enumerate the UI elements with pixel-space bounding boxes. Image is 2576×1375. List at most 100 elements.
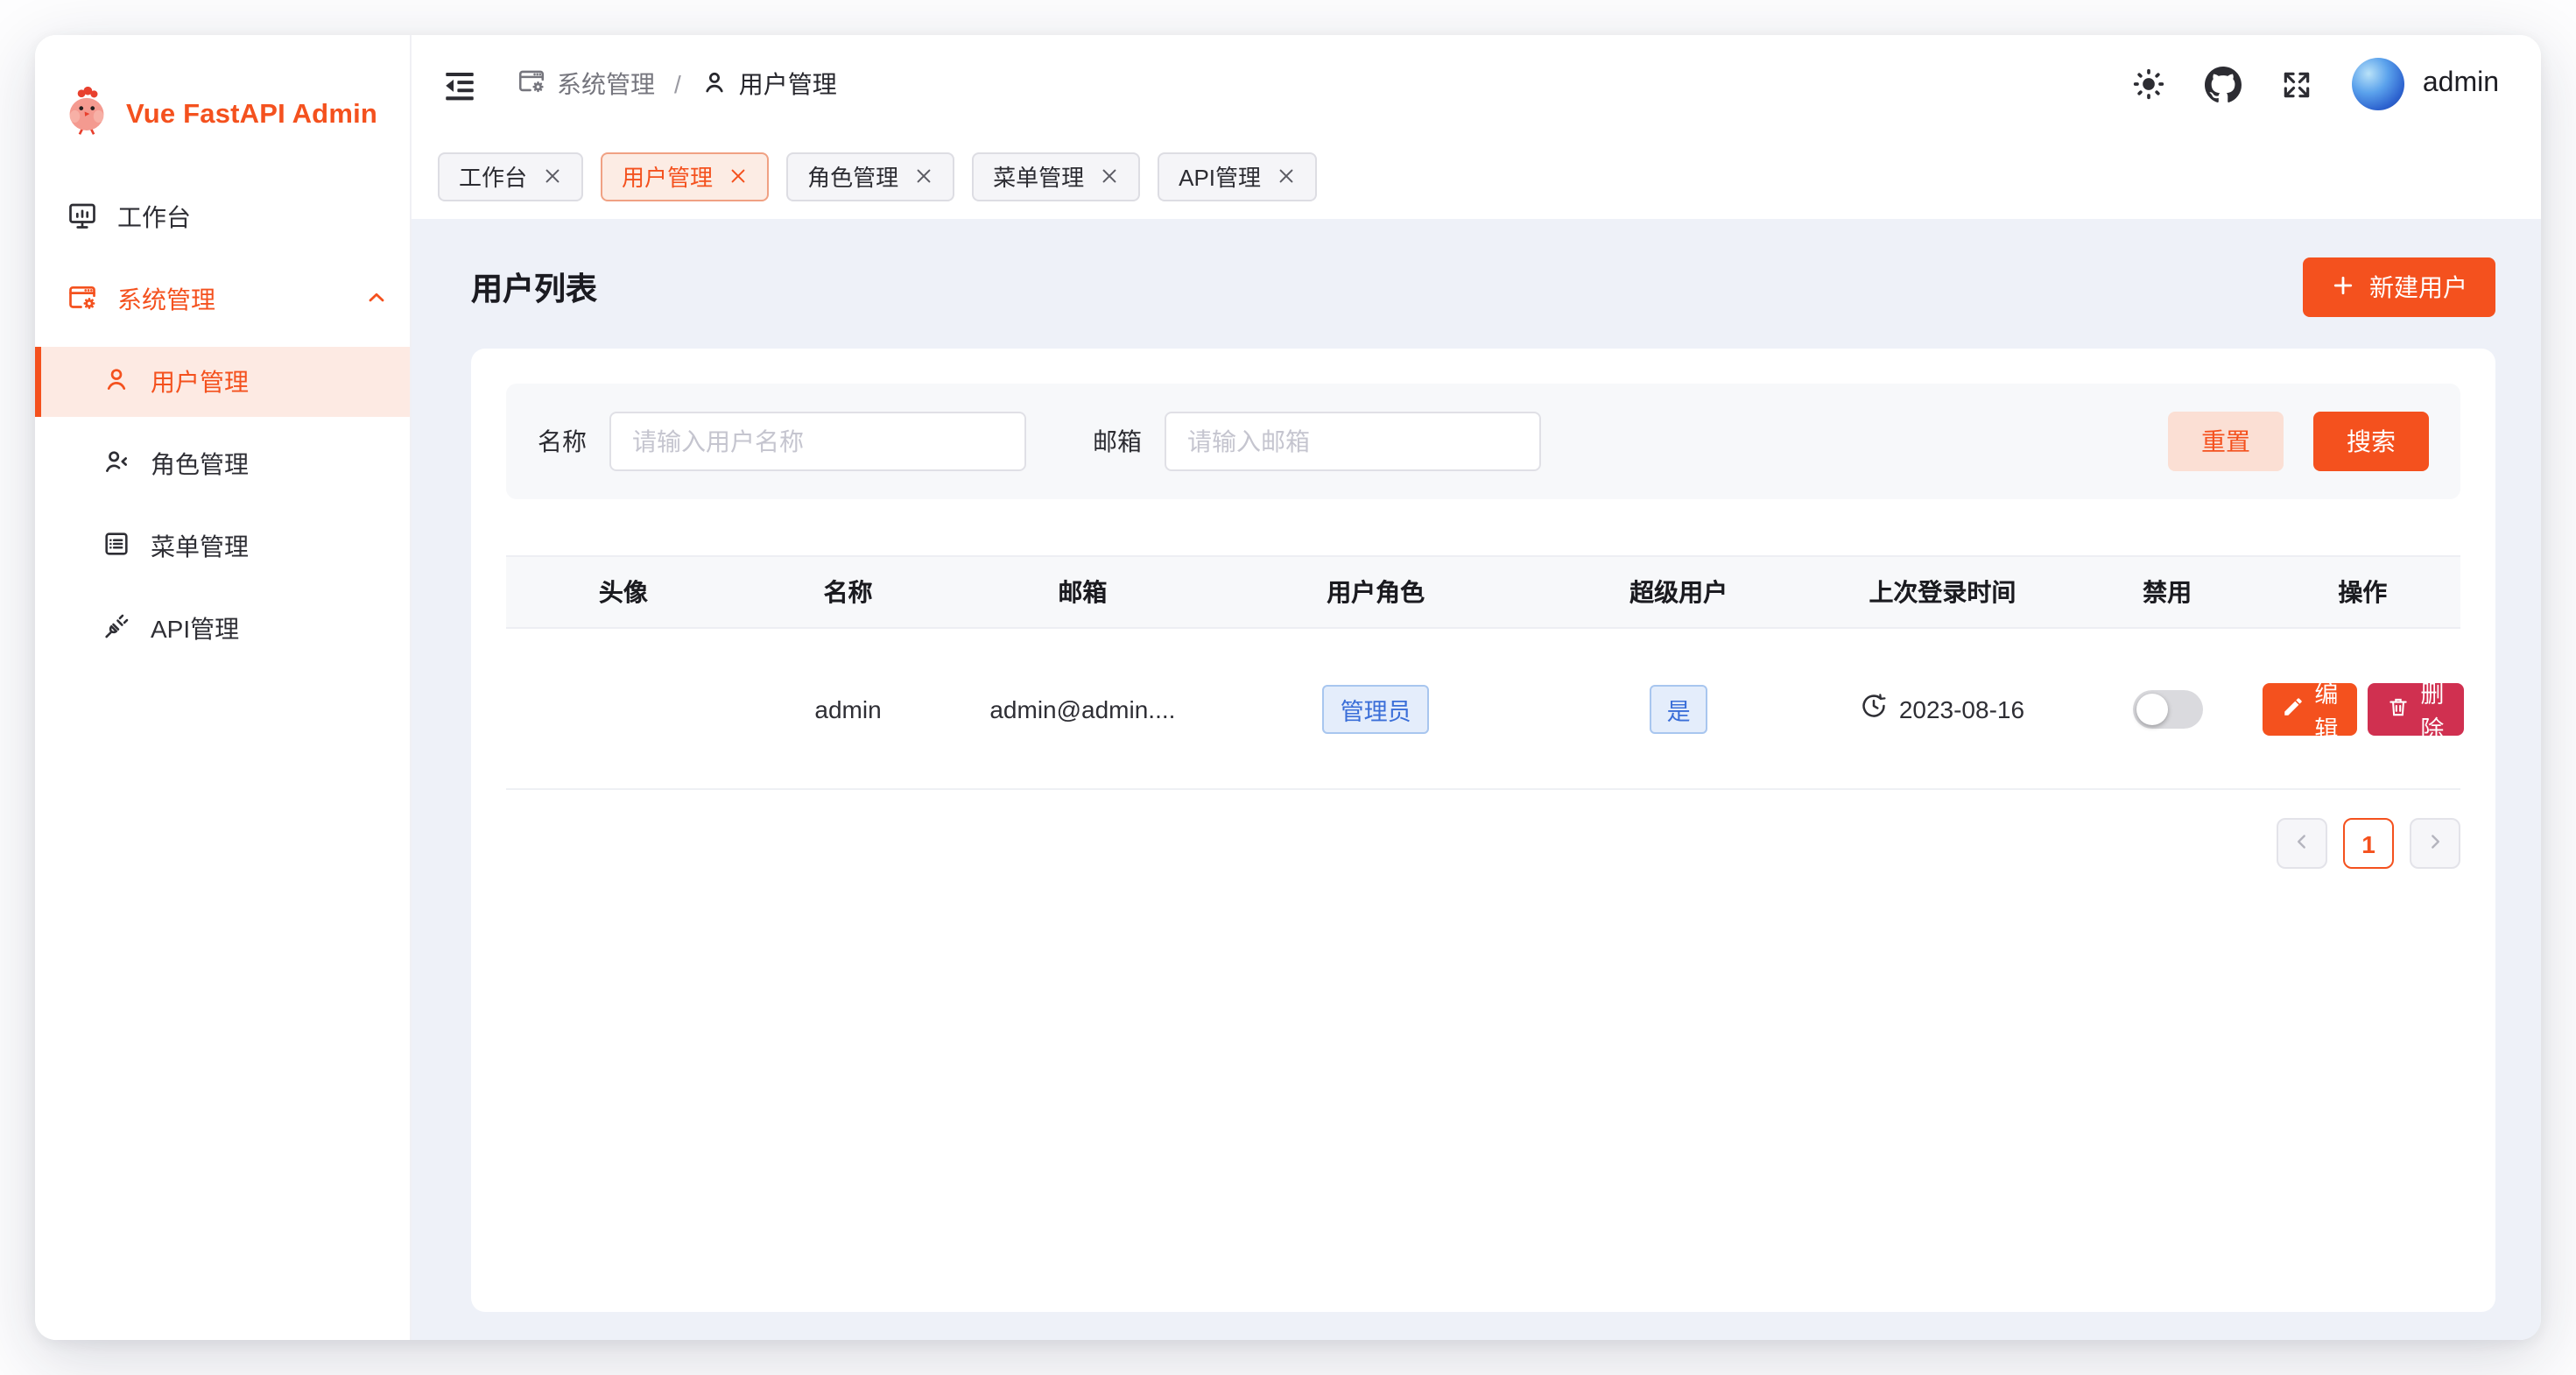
avatar[interactable] [2353, 58, 2405, 110]
sidebar-item-label: 菜单管理 [151, 529, 249, 564]
sidebar-item-label: API管理 [151, 611, 239, 646]
pagination-page-1[interactable]: 1 [2343, 818, 2394, 869]
tab-user-mgmt[interactable]: 用户管理 [601, 152, 769, 201]
theme-sun-icon[interactable] [2132, 67, 2167, 102]
tab-menu-mgmt[interactable]: 菜单管理 [972, 152, 1140, 201]
close-icon[interactable] [1277, 166, 1296, 186]
col-last-login: 上次登录时间 [1815, 575, 2069, 610]
cell-last-login: 2023-08-16 [1815, 692, 2069, 725]
tab-workbench[interactable]: 工作台 [438, 152, 583, 201]
cell-superuser: 是 [1542, 684, 1815, 733]
breadcrumb-label: 用户管理 [739, 67, 837, 102]
content-area: 用户列表 新建用户 名称 邮箱 [412, 219, 2541, 1340]
cell-email: admin@admin.... [955, 695, 1209, 723]
sidebar-item-label: 角色管理 [151, 447, 249, 482]
sidebar-nav: 工作台 系统管理 [35, 182, 410, 676]
page-header: 用户列表 新建用户 [471, 257, 2495, 317]
app-title: Vue FastAPI Admin [126, 100, 377, 131]
tab-api-mgmt[interactable]: API管理 [1158, 152, 1317, 201]
delete-button[interactable]: 删除 [2368, 682, 2463, 735]
pencil-icon [2281, 695, 2304, 723]
user-icon [102, 364, 131, 399]
close-icon[interactable] [1100, 166, 1119, 186]
tab-label: 用户管理 [622, 159, 713, 193]
edit-label: 编辑 [2314, 673, 2338, 744]
workbench-monitor-icon [67, 199, 98, 236]
menu-list-icon [102, 529, 131, 564]
sidebar-item-system[interactable]: 系统管理 [35, 264, 410, 335]
user-menu[interactable]: admin [2353, 58, 2499, 110]
topbar-actions: admin [2132, 58, 2499, 110]
system-window-gear-icon [517, 67, 546, 102]
search-button[interactable]: 搜索 [2313, 412, 2429, 471]
breadcrumb-user[interactable]: 用户管理 [700, 67, 837, 102]
role-tag: 管理员 [1323, 684, 1429, 733]
chevron-up-icon [364, 285, 389, 314]
sidebar-item-api-mgmt[interactable]: API管理 [35, 594, 410, 664]
reset-button[interactable]: 重置 [2168, 412, 2284, 471]
trash-icon [2387, 695, 2410, 723]
system-window-gear-icon [67, 281, 98, 318]
sidebar-item-menu-mgmt[interactable]: 菜单管理 [35, 511, 410, 582]
chevron-right-icon [2424, 829, 2446, 857]
name-input[interactable] [609, 412, 1026, 471]
delete-label: 删除 [2420, 673, 2444, 744]
col-actions: 操作 [2265, 575, 2460, 610]
page-title: 用户列表 [471, 264, 597, 310]
sidebar-submenu: 用户管理 角色管理 [35, 347, 410, 664]
sidebar-item-label: 用户管理 [151, 364, 249, 399]
plus-icon [2331, 272, 2355, 302]
new-user-label: 新建用户 [2369, 270, 2467, 305]
sidebar-item-workbench[interactable]: 工作台 [35, 182, 410, 252]
search-panel: 名称 邮箱 重置 搜索 [506, 384, 2460, 499]
col-name: 名称 [741, 575, 956, 610]
chevron-left-icon [2291, 829, 2313, 857]
main-area: 系统管理 / 用户管理 [412, 35, 2541, 1340]
sidebar: Vue FastAPI Admin 工作台 [35, 35, 412, 1340]
page-stage: Vue FastAPI Admin 工作台 [0, 0, 2576, 1375]
edit-button[interactable]: 编辑 [2262, 682, 2357, 735]
role-user-icon [102, 447, 131, 482]
tab-label: 角色管理 [807, 159, 898, 193]
app-logo[interactable]: Vue FastAPI Admin [35, 77, 410, 154]
chicken-icon [63, 86, 110, 145]
table-header: 头像 名称 邮箱 用户角色 超级用户 上次登录时间 禁用 操作 [506, 555, 2460, 629]
tab-label: API管理 [1179, 159, 1261, 193]
tab-label: 菜单管理 [993, 159, 1084, 193]
col-role: 用户角色 [1209, 575, 1541, 610]
cell-name: admin [741, 695, 956, 723]
user-icon [700, 67, 728, 101]
cell-role: 管理员 [1209, 684, 1541, 733]
clock-history-icon [1861, 692, 1889, 725]
superuser-tag: 是 [1650, 684, 1708, 733]
name-label: 名称 [538, 424, 587, 459]
cell-actions: 编辑 删除 [2265, 682, 2460, 735]
pagination-next-button[interactable] [2410, 818, 2460, 869]
tab-label: 工作台 [459, 159, 527, 193]
cell-disabled [2070, 689, 2265, 728]
new-user-button[interactable]: 新建用户 [2303, 257, 2495, 317]
close-icon[interactable] [728, 166, 748, 186]
tab-role-mgmt[interactable]: 角色管理 [786, 152, 954, 201]
card-empty-space [506, 869, 2460, 1277]
breadcrumb-system[interactable]: 系统管理 [517, 67, 655, 102]
close-icon[interactable] [543, 166, 562, 186]
email-input[interactable] [1165, 412, 1541, 471]
table-row: admin admin@admin.... 管理员 是 [506, 629, 2460, 790]
sidebar-item-user-mgmt[interactable]: 用户管理 [35, 347, 410, 417]
sidebar-item-label: 工作台 [117, 200, 191, 235]
email-label: 邮箱 [1093, 424, 1142, 459]
col-superuser: 超级用户 [1542, 575, 1815, 610]
app-window: Vue FastAPI Admin 工作台 [35, 35, 2541, 1340]
disabled-toggle[interactable] [2132, 689, 2202, 728]
close-icon[interactable] [914, 166, 933, 186]
fullscreen-icon[interactable] [2281, 67, 2314, 101]
pagination-prev-button[interactable] [2277, 818, 2327, 869]
sidebar-item-role-mgmt[interactable]: 角色管理 [35, 429, 410, 499]
col-disabled: 禁用 [2070, 575, 2265, 610]
user-list-card: 名称 邮箱 重置 搜索 头像 名称 邮 [471, 349, 2495, 1312]
collapse-menu-icon[interactable] [441, 66, 478, 102]
tabs-bar: 工作台 用户管理 角色管理 [412, 133, 2541, 219]
breadcrumb: 系统管理 / 用户管理 [517, 67, 837, 102]
github-icon[interactable] [2206, 66, 2242, 102]
